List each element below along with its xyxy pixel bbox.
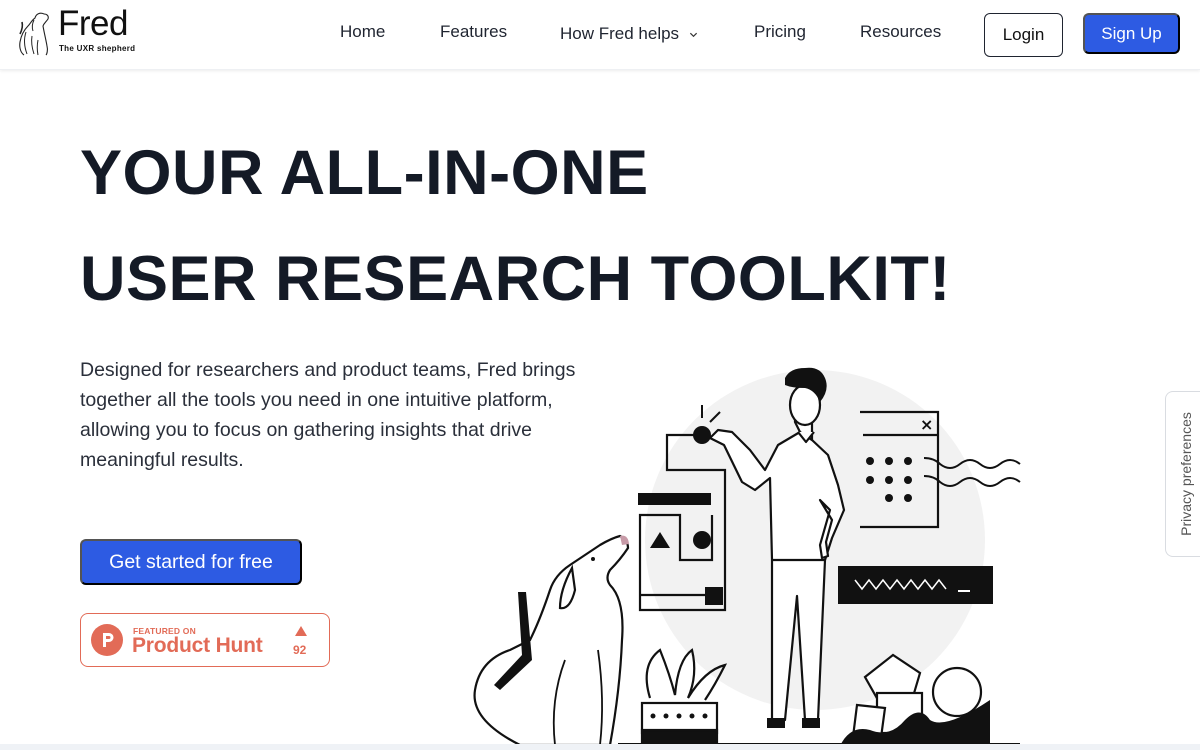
dog-logo-icon: [19, 12, 49, 56]
window-close-icon: ×: [920, 415, 933, 434]
brand-name: Fred: [58, 4, 128, 43]
dog-eye: [591, 557, 595, 561]
nav-home[interactable]: Home: [340, 22, 385, 42]
diagram-circle: [693, 531, 711, 549]
product-hunt-name: Product Hunt: [132, 634, 263, 657]
pointer-dot: [693, 426, 711, 444]
product-hunt-logo-icon: [91, 624, 123, 656]
next-section-edge: [0, 744, 1200, 750]
diagram-square: [705, 587, 723, 605]
diagram-bar: [638, 493, 711, 505]
chevron-down-icon: [689, 32, 698, 37]
hero-title-line-2: USER RESEARCH TOOLKIT!: [80, 244, 951, 314]
privacy-preferences-label: Privacy preferences: [1177, 412, 1194, 536]
privacy-preferences-tab[interactable]: Privacy preferences: [1165, 391, 1200, 557]
hero-illustration: ×: [473, 367, 1021, 746]
person-shoe-left: [767, 718, 785, 728]
get-started-button[interactable]: Get started for free: [80, 539, 302, 585]
login-button[interactable]: Login: [984, 13, 1063, 57]
nav-resources[interactable]: Resources: [860, 22, 941, 42]
dog-figure: [473, 534, 630, 746]
signup-button[interactable]: Sign Up: [1083, 13, 1180, 54]
nav-features[interactable]: Features: [440, 22, 507, 42]
hero-title-line-1: YOUR ALL-IN-ONE: [80, 138, 649, 208]
person-shoe-right: [802, 718, 820, 728]
nav-how-fred-helps-label: How Fred helps: [560, 24, 680, 43]
hero-title: YOUR ALL-IN-ONE USER RESEARCH TOOLKIT!: [80, 120, 951, 332]
upvote-triangle-icon: [295, 626, 307, 636]
product-hunt-votes: 92: [293, 643, 307, 657]
product-hunt-badge[interactable]: FEATURED ON Product Hunt 92: [80, 613, 330, 667]
top-navbar: Fred The UXR shepherd Home Features How …: [0, 0, 1200, 70]
nav-pricing[interactable]: Pricing: [754, 22, 806, 42]
nav-how-fred-helps[interactable]: How Fred helps: [560, 24, 698, 44]
brand-logo[interactable]: Fred The UXR shepherd: [18, 4, 148, 58]
brand-tagline: The UXR shepherd: [59, 44, 136, 53]
